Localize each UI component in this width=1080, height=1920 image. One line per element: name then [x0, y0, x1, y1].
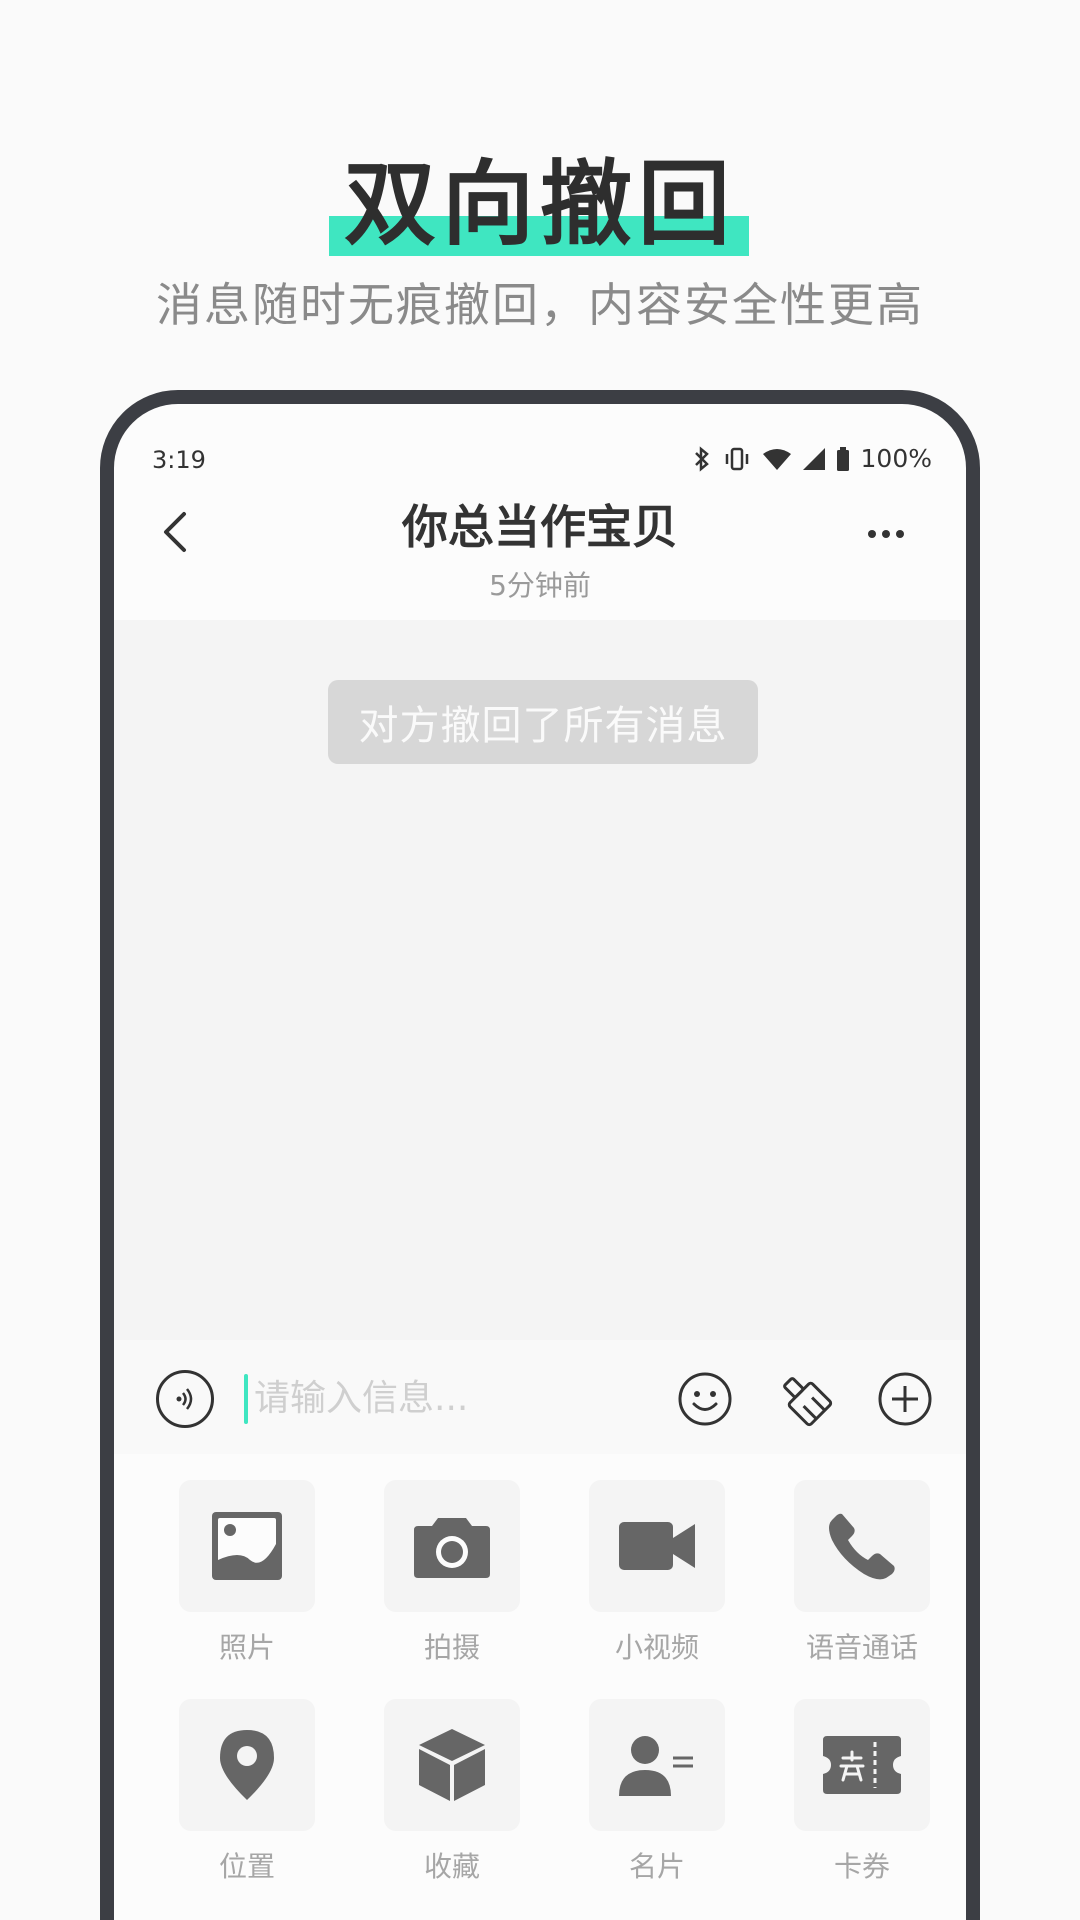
smiley-icon — [678, 1372, 732, 1426]
tool-photo[interactable]: 照片 — [177, 1480, 317, 1666]
more-dot — [896, 530, 904, 538]
tool-tile — [384, 1699, 520, 1831]
status-icons: 100% — [693, 444, 932, 473]
hero-heading: 双向撤回 — [0, 150, 1080, 260]
signal-icon — [802, 447, 825, 470]
photo-icon — [212, 1512, 282, 1580]
tool-contact-card[interactable]: 名片 — [587, 1699, 727, 1885]
chat-header: 你总当作宝贝 5分钟前 — [114, 484, 966, 614]
vibrate-icon — [723, 447, 751, 471]
text-cursor — [244, 1374, 248, 1424]
status-bar: 3:19 100% — [114, 404, 966, 474]
battery-icon — [836, 446, 849, 471]
voice-button[interactable] — [156, 1370, 214, 1428]
tool-label: 收藏 — [423, 1850, 480, 1883]
voice-wave-icon — [176, 1388, 193, 1410]
tool-coupon[interactable]: 卡券 — [792, 1699, 932, 1885]
tool-label: 卡券 — [833, 1850, 890, 1883]
chat-title: 你总当作宝贝 — [402, 500, 678, 554]
tool-camera[interactable]: 拍摄 — [382, 1480, 522, 1666]
tools-panel: 照片 拍摄 小视频 语音通话 位置 收藏 名片 卡券 — [114, 1454, 966, 1920]
battery-level: 100% — [860, 444, 932, 473]
tool-tile — [384, 1480, 520, 1612]
plus-circle-icon — [878, 1372, 932, 1426]
tool-tile — [179, 1480, 315, 1612]
tool-tile — [179, 1699, 315, 1831]
status-time: 3:19 — [152, 446, 206, 474]
tool-tile — [794, 1480, 930, 1612]
more-dot — [882, 530, 890, 538]
tool-label: 照片 — [218, 1631, 275, 1664]
phone-icon — [829, 1513, 895, 1580]
tool-tile — [589, 1480, 725, 1612]
more-dots-icon — [868, 530, 876, 538]
more-tools-button[interactable] — [876, 1370, 934, 1428]
system-notice: 对方撤回了所有消息 — [328, 680, 758, 764]
tool-label: 拍摄 — [423, 1631, 480, 1664]
input-bar — [114, 1340, 966, 1454]
tool-label: 小视频 — [614, 1631, 699, 1664]
phone-frame: 3:19 100% 你总当作宝贝 5分钟前 对方撤回了所有消息 请输入信息...… — [100, 390, 980, 1920]
hero-subtitle: 消息随时无痕撤回，内容安全性更高 — [156, 278, 924, 332]
more-button[interactable] — [856, 514, 916, 554]
camera-icon — [414, 1518, 490, 1578]
tool-label: 名片 — [628, 1850, 685, 1883]
tool-label: 位置 — [218, 1850, 275, 1883]
hero-title: 双向撤回 — [343, 151, 736, 258]
message-input[interactable] — [254, 1370, 554, 1426]
tool-location[interactable]: 位置 — [177, 1699, 317, 1885]
message-list[interactable]: 对方撤回了所有消息 — [114, 620, 966, 1340]
bluetooth-icon — [693, 445, 711, 472]
tool-voice-call[interactable]: 语音通话 — [792, 1480, 932, 1666]
coupon-icon — [823, 1736, 901, 1794]
clear-history-button[interactable] — [776, 1370, 834, 1428]
page: 双向撤回 消息随时无痕撤回，内容安全性更高 3:19 100% 你总当作宝贝 5… — [0, 0, 1080, 1920]
box-icon — [419, 1729, 485, 1801]
emoji-button[interactable] — [676, 1370, 734, 1428]
contact-card-icon — [619, 1736, 693, 1796]
tool-favorites[interactable]: 收藏 — [382, 1699, 522, 1885]
tool-label: 语音通话 — [805, 1631, 918, 1664]
tool-video[interactable]: 小视频 — [587, 1480, 727, 1666]
tool-tile — [794, 1699, 930, 1831]
broom-icon — [783, 1377, 833, 1427]
wifi-icon — [762, 448, 791, 470]
location-pin-icon — [220, 1730, 274, 1800]
video-icon — [619, 1522, 695, 1570]
chat-last-seen: 5分钟前 — [489, 569, 591, 602]
tool-tile — [589, 1699, 725, 1831]
